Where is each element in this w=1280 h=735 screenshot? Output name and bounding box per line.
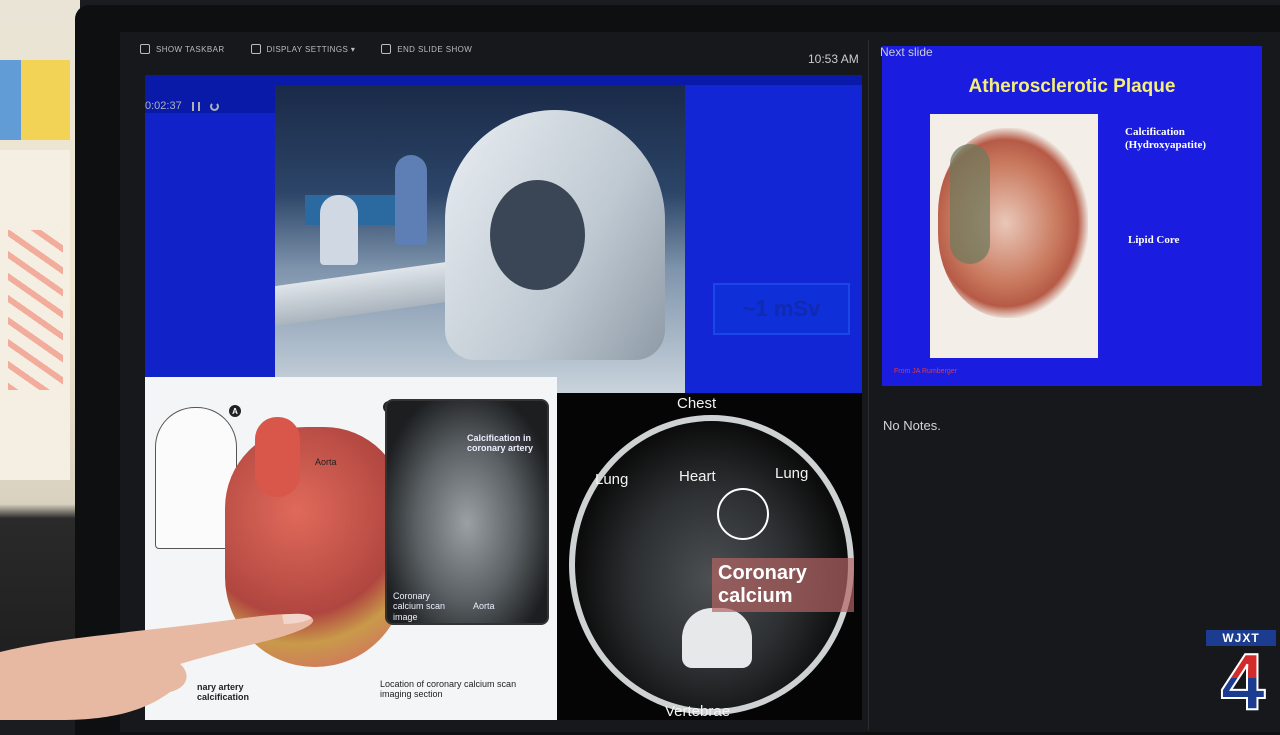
- next-slide-label: Next slide: [880, 45, 933, 59]
- lipid-core-label: Lipid Core: [1128, 234, 1180, 246]
- end-show-icon: [381, 44, 392, 54]
- slide-timer: 0:02:37: [145, 100, 219, 112]
- next-slide-title: Atherosclerotic Plaque: [968, 76, 1176, 97]
- coronary-scan-image: Calcification in coronary artery Coronar…: [385, 399, 549, 625]
- lung-left-label: Lung: [595, 471, 629, 488]
- station-logo: WJXT 4: [1200, 630, 1280, 723]
- pause-icon[interactable]: [191, 101, 200, 111]
- pane-divider: [868, 40, 869, 730]
- scan-image-label: Coronary calcium scan image: [393, 591, 446, 622]
- display-settings-button[interactable]: DISPLAY SETTINGS ▾: [250, 44, 356, 54]
- timer-value: 0:02:37: [145, 100, 182, 112]
- calcification-label: Calcification (Hydroxyapatite): [1125, 126, 1207, 152]
- lung-right-label: Lung: [775, 465, 809, 482]
- display-settings-label: DISPLAY SETTINGS ▾: [266, 44, 356, 54]
- aorta-label: Aorta: [315, 457, 337, 467]
- next-slide-preview[interactable]: Atherosclerotic Plaque Calcification (Hy…: [882, 46, 1262, 386]
- speaker-notes[interactable]: No Notes.: [883, 418, 941, 433]
- spine: [682, 608, 752, 668]
- vertebrae-label: Vertebrae: [665, 703, 731, 720]
- aorta-illustration: [255, 417, 300, 497]
- heart-label: Heart: [679, 468, 716, 485]
- ct-bore: [490, 180, 585, 290]
- taskbar-icon: [140, 44, 150, 54]
- wall-drawing: [8, 230, 63, 390]
- wall-art: [0, 60, 70, 140]
- calcium-highlight-circle: [717, 488, 769, 540]
- image-credit: From JA Rumberger: [894, 368, 958, 375]
- clock: 10:53 AM: [808, 52, 859, 66]
- dose-label: ~1 mSv: [713, 283, 850, 335]
- end-slide-show-button[interactable]: END SLIDE SHOW: [381, 44, 472, 54]
- show-taskbar-label: SHOW TASKBAR: [156, 44, 225, 54]
- station-channel-number: 4: [1208, 641, 1278, 723]
- technician: [320, 195, 358, 265]
- pointing-hand: [0, 613, 314, 720]
- end-slide-show-label: END SLIDE SHOW: [397, 44, 473, 54]
- show-taskbar-button[interactable]: SHOW TASKBAR: [140, 44, 225, 54]
- nurse: [395, 155, 427, 245]
- chest-label: Chest: [677, 395, 717, 412]
- calcification-region: [950, 144, 990, 264]
- slide-blue-panel-left: [145, 113, 275, 393]
- monitor-icon: [250, 44, 261, 54]
- ct-scanner-photo: [275, 85, 685, 393]
- coronary-calcium-label: Coronary calcium: [712, 558, 854, 612]
- location-caption: Location of coronary calcium scan imagin…: [380, 679, 517, 700]
- presenter-toolbar: SHOW TASKBAR DISPLAY SETTINGS ▾ END SLID…: [140, 38, 472, 60]
- plaque-photo: [930, 114, 1098, 358]
- slide-blue-panel-right: [685, 85, 862, 393]
- restart-icon[interactable]: [209, 101, 219, 111]
- aorta-scan-label: Aorta: [473, 601, 495, 611]
- calcification-coronary-label: Calcification in coronary artery: [467, 433, 534, 454]
- badge-a: A: [229, 405, 241, 417]
- axial-ct-image: Chest Lung Heart Lung Coronary calcium V…: [557, 393, 862, 720]
